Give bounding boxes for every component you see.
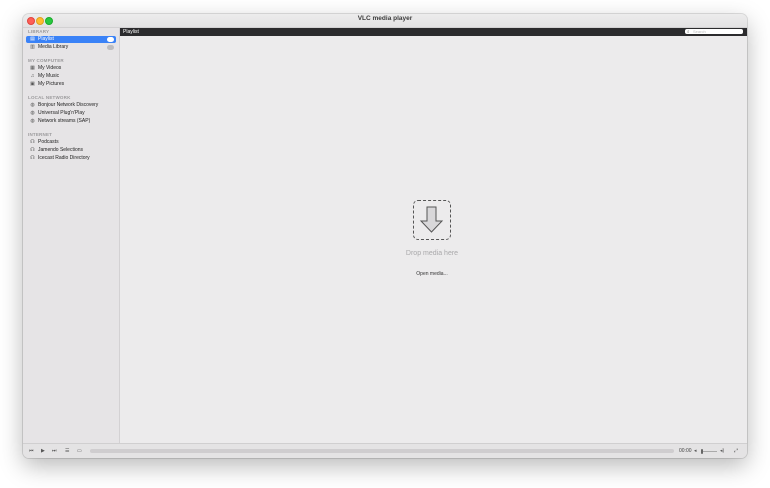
playlist-drop-area[interactable]: Drop media here Open media... (120, 36, 747, 443)
network-globe-icon: ◍ (30, 102, 35, 108)
network-globe-icon: ◍ (30, 118, 35, 124)
volume-knob[interactable] (701, 449, 703, 454)
podcast-icon: ☊ (30, 139, 35, 145)
search-field[interactable]: ⌕ Search (685, 29, 743, 34)
timeline-slider[interactable] (90, 449, 674, 453)
sidebar-item-my-pictures[interactable]: ▣ My Pictures (26, 81, 116, 88)
film-icon: ▦ (30, 65, 35, 71)
download-arrow-icon (419, 206, 444, 233)
elapsed-time: 00:00 (679, 448, 692, 454)
library-icon: ▥ (30, 44, 35, 50)
section-local-network: LOCAL NETWORK (28, 95, 71, 100)
sidebar-item-label: My Pictures (38, 81, 65, 87)
section-library: LIBRARY (28, 29, 50, 34)
sidebar-item-label: Jamendo Selections (38, 147, 84, 153)
sidebar-item-label: Universal Plug'n'Play (38, 110, 85, 116)
sidebar-item-label: My Videos (38, 65, 62, 71)
volume-slider[interactable] (703, 451, 717, 452)
podcast-icon: ☊ (30, 147, 35, 153)
search-placeholder: Search (693, 29, 706, 34)
drop-zone[interactable] (413, 200, 451, 240)
drop-media-label: Drop media here (405, 250, 459, 257)
title-bar: VLC media player (23, 14, 747, 28)
mute-icon[interactable]: ◂ (694, 448, 697, 454)
sidebar-item-label: Icecast Radio Directory (38, 155, 90, 161)
sidebar-item-label: Media Library (38, 44, 69, 50)
sidebar: LIBRARY ▤ Playlist ▥ Media Library MY CO… (23, 28, 120, 443)
podcast-icon: ☊ (30, 155, 35, 161)
sidebar-item-label: My Music (38, 73, 60, 79)
playlist-header-title: Playlist (123, 29, 139, 35)
vlc-window: VLC media player LIBRARY ▤ Playlist ▥ Me… (23, 14, 747, 458)
picture-icon: ▣ (30, 81, 35, 87)
sidebar-item-my-music[interactable]: ♫ My Music (26, 73, 116, 80)
network-globe-icon: ◍ (30, 110, 35, 116)
sidebar-item-my-videos[interactable]: ▦ My Videos (26, 65, 116, 72)
next-icon[interactable]: ⏭ (52, 448, 57, 454)
fullscreen-video-icon[interactable]: ▭ (77, 448, 82, 454)
fullscreen-icon[interactable]: ⤢ (734, 448, 738, 454)
section-my-computer: MY COMPUTER (28, 58, 64, 63)
sidebar-item-podcasts[interactable]: ☊ Podcasts (26, 139, 116, 146)
sidebar-item-label: Bonjour Network Discovery (38, 102, 99, 108)
music-note-icon: ♫ (30, 73, 35, 79)
playlist-icon: ▤ (30, 36, 35, 42)
sidebar-item-label: Playlist (38, 36, 54, 42)
play-icon[interactable]: ▶ (41, 448, 45, 454)
sidebar-item-media-library[interactable]: ▥ Media Library (26, 44, 116, 51)
sidebar-item-label: Podcasts (38, 139, 59, 145)
sidebar-item-bonjour[interactable]: ◍ Bonjour Network Discovery (26, 102, 116, 109)
playlist-header: Playlist ⌕ Search (120, 28, 747, 36)
sidebar-item-label: Network streams (SAP) (38, 118, 91, 124)
search-icon: ⌕ (687, 29, 690, 34)
sidebar-item-playlist[interactable]: ▤ Playlist (26, 36, 116, 43)
window-title: VLC media player (357, 15, 413, 22)
section-internet: INTERNET (28, 132, 53, 137)
playback-controls: ⏮ ▶ ⏭ ☰ ▭ 00:00 ◂ ◂) ⤢ (23, 443, 747, 458)
volume-max-icon[interactable]: ◂) (720, 448, 724, 454)
sidebar-item-jamendo[interactable]: ☊ Jamendo Selections (26, 147, 116, 154)
sidebar-item-icecast[interactable]: ☊ Icecast Radio Directory (26, 155, 116, 162)
sidebar-item-sap[interactable]: ◍ Network streams (SAP) (26, 118, 116, 125)
previous-icon[interactable]: ⏮ (29, 448, 34, 454)
playlist-toggle-icon[interactable]: ☰ (65, 448, 69, 454)
open-media-button[interactable]: Open media... (402, 271, 462, 277)
sidebar-item-upnp[interactable]: ◍ Universal Plug'n'Play (26, 110, 116, 117)
count-badge (107, 37, 114, 42)
count-badge (107, 45, 114, 50)
